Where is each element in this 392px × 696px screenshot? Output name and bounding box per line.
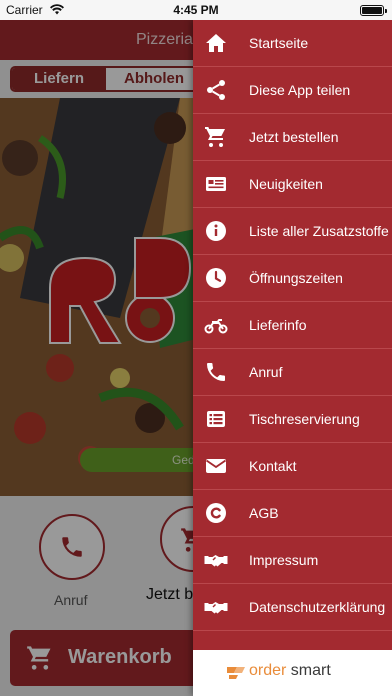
- menu-item-label: Diese App teilen: [249, 82, 351, 98]
- clock-icon: [204, 266, 228, 290]
- menu-item-table-reservation[interactable]: Tischreservierung: [193, 396, 392, 443]
- menu-footer: order smart: [193, 650, 392, 696]
- menu-item-additives[interactable]: Liste aller Zusatzstoffe: [193, 208, 392, 255]
- menu-item-label: Liste aller Zusatzstoffe: [249, 223, 389, 239]
- copyright-icon: [204, 501, 228, 525]
- handshake-icon: [204, 595, 228, 619]
- list-icon: [204, 407, 228, 431]
- home-icon: [204, 31, 228, 55]
- ordersmart-brand-part2: smart: [286, 662, 331, 679]
- menu-item-delivery-info[interactable]: Lieferinfo: [193, 302, 392, 349]
- menu-item-label: Impressum: [249, 552, 319, 568]
- cart-icon: [204, 125, 228, 149]
- menu-item-call[interactable]: Anruf: [193, 349, 392, 396]
- menu-item-agb[interactable]: AGB: [193, 490, 392, 537]
- motorcycle-icon: [204, 313, 228, 337]
- handshake-icon: [204, 548, 228, 572]
- menu-item-label: Öffnungszeiten: [249, 270, 343, 286]
- newspaper-icon: [204, 172, 228, 196]
- menu-item-label: Jetzt bestellen: [249, 129, 339, 145]
- share-icon: [204, 78, 228, 102]
- status-time: 4:45 PM: [173, 3, 219, 17]
- menu-item-label: Neuigkeiten: [249, 176, 323, 192]
- ordersmart-logo-text: order smart: [249, 662, 331, 680]
- status-bar: Carrier 4:45 PM: [0, 0, 392, 20]
- menu-item-imprint[interactable]: Impressum: [193, 537, 392, 584]
- menu-item-startseite[interactable]: Startseite: [193, 20, 392, 67]
- menu-item-label: Datenschutzerklärung: [249, 599, 386, 615]
- menu-item-privacy[interactable]: Datenschutzerklärung: [193, 584, 392, 631]
- side-menu: Startseite Diese App teilen Jetzt bestel…: [193, 20, 392, 696]
- menu-item-label: Tischreservierung: [249, 411, 360, 427]
- menu-item-label: Lieferinfo: [249, 317, 307, 333]
- menu-item-label: Startseite: [249, 35, 309, 51]
- phone-icon: [204, 360, 228, 384]
- ordersmart-brand-part1: order: [249, 662, 287, 679]
- menu-item-news[interactable]: Neuigkeiten: [193, 161, 392, 208]
- menu-item-share-app[interactable]: Diese App teilen: [193, 67, 392, 114]
- menu-item-label: Anruf: [249, 364, 283, 380]
- menu-item-contact[interactable]: Kontakt: [193, 443, 392, 490]
- envelope-icon: [204, 454, 228, 478]
- menu-item-label: Kontakt: [249, 458, 297, 474]
- menu-item-order-now[interactable]: Jetzt bestellen: [193, 114, 392, 161]
- info-icon: [204, 219, 228, 243]
- battery-icon: [360, 5, 387, 16]
- menu-item-label: AGB: [249, 505, 279, 521]
- menu-item-opening-hours[interactable]: Öffnungszeiten: [193, 255, 392, 302]
- ordersmart-logo-icon: [227, 667, 245, 679]
